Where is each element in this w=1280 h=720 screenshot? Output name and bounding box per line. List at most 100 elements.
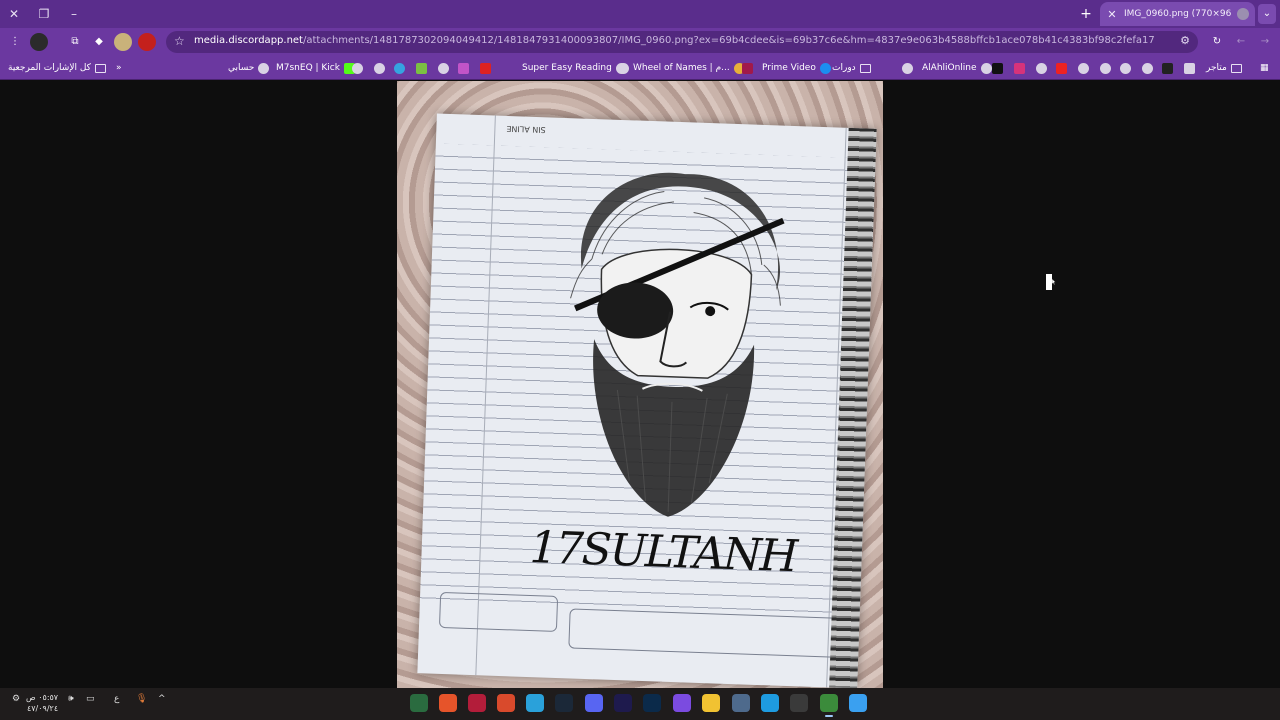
download-icon [416, 62, 427, 74]
bookmark-star-icon[interactable]: ☆ [174, 34, 185, 48]
bookmark-globe-4[interactable] [902, 60, 913, 76]
extension-diamond-icon[interactable]: ◆ [90, 33, 108, 51]
bookmark-globe-7[interactable] [1100, 60, 1111, 76]
globe-icon [352, 62, 363, 74]
folder-icon [859, 63, 871, 73]
anchor-icon [1162, 62, 1173, 74]
toolbar: ⋮ ⧉ ◆ ☆ media.discordapp.net/attachments… [0, 28, 1280, 56]
notebook-brand: SIN ALINE [506, 123, 546, 135]
restore-window-icon[interactable]: ❐ [34, 4, 54, 24]
discord-icon[interactable] [585, 694, 603, 712]
bookmark-red-square[interactable] [742, 60, 753, 76]
folder-icon [94, 63, 106, 73]
bookmark-all[interactable]: كل الإشارات المرجعية [8, 60, 106, 76]
bookmark-globe-1[interactable] [352, 60, 363, 76]
youtube-icon [1056, 62, 1067, 74]
bookmark-globe-9[interactable] [1142, 60, 1153, 76]
forward-icon[interactable]: → [1256, 33, 1274, 51]
photoshop-icon[interactable] [643, 694, 661, 712]
bookmark-anchor[interactable] [1162, 60, 1173, 76]
bookmark-pink[interactable] [458, 60, 469, 76]
tab-title: IMG_0960.png (770×960) [1124, 9, 1231, 19]
bookmark-instagram[interactable] [1014, 60, 1025, 76]
portrait-sketch [570, 172, 785, 517]
url-text[interactable]: media.discordapp.net/attachments/1481787… [194, 35, 1154, 46]
bookmark-download[interactable] [416, 60, 427, 76]
title-bar: ✕ ❐ – + ✕ IMG_0960.png (770×960) ⌄ [0, 0, 1280, 28]
pink-app-icon [458, 62, 469, 74]
tray-overflow-icon[interactable]: ^ [158, 694, 166, 714]
steam-icon[interactable] [555, 694, 573, 712]
file-explorer-icon[interactable] [702, 694, 720, 712]
edge-icon[interactable] [761, 694, 779, 712]
app-red-icon[interactable] [497, 694, 515, 712]
bookmark-globe-2[interactable] [374, 60, 385, 76]
bookmark-youtube[interactable] [1056, 60, 1067, 76]
back-icon[interactable]: ← [1232, 33, 1250, 51]
favicon-icon [1237, 8, 1249, 20]
language-indicator[interactable]: ع [114, 694, 119, 714]
bookmark-stores[interactable]: متاجر [1206, 60, 1242, 76]
red-app-icon [742, 62, 753, 74]
bookmark-red-a[interactable] [480, 60, 491, 76]
bookmark-wheel-of-names[interactable]: Wheel of Names | م... [618, 60, 745, 76]
excel-icon[interactable] [410, 694, 428, 712]
folder-icon [1230, 63, 1242, 73]
bookmark-discord[interactable] [1184, 60, 1195, 76]
app-purple-icon[interactable] [673, 694, 691, 712]
close-window-icon[interactable]: ✕ [4, 4, 24, 24]
bookmark-globe-5[interactable] [1036, 60, 1047, 76]
brave-icon[interactable] [439, 694, 457, 712]
app-gray-icon[interactable] [790, 694, 808, 712]
bookmark-prime-video[interactable]: Prime Video [762, 60, 831, 76]
profile-avatar[interactable] [30, 33, 48, 51]
reload-icon[interactable]: ↻ [1208, 33, 1226, 51]
globe-icon [980, 62, 992, 74]
store-icon[interactable] [732, 694, 750, 712]
bookmark-kick[interactable]: M7snEQ | Kick [276, 60, 355, 76]
notebook-photo[interactable]: SIN ALINE 17SULTANH [397, 81, 883, 688]
bookmark-globe-6[interactable] [1078, 60, 1089, 76]
apps-grid-icon[interactable]: ▦ [1260, 60, 1269, 76]
red-a-icon [480, 62, 491, 74]
extensions-icon[interactable]: ⧉ [66, 33, 84, 51]
address-bar[interactable]: ☆ media.discordapp.net/attachments/14817… [166, 31, 1198, 53]
bookmark-globe-3[interactable] [438, 60, 449, 76]
bookmark-super-easy-reading[interactable]: Super Easy Reading [522, 60, 627, 76]
chrome-icon[interactable] [820, 694, 838, 717]
start-icon[interactable] [849, 694, 867, 712]
image-viewer: SIN ALINE 17SULTANH [0, 81, 1280, 688]
bookmark-globe-8[interactable] [1120, 60, 1131, 76]
telegram-icon[interactable] [526, 694, 544, 712]
bookmark-my-account[interactable]: حسابي [228, 60, 270, 76]
menu-icon[interactable]: ⋮ [6, 33, 24, 51]
globe-icon [258, 62, 270, 74]
extension-red-icon[interactable] [138, 33, 156, 51]
bookmark-ext-blue[interactable] [394, 60, 405, 76]
premiere-icon[interactable] [614, 694, 632, 712]
bookmarks-overflow-button[interactable]: » [116, 60, 122, 76]
instagram-icon [1014, 62, 1025, 74]
bookmark-courses[interactable]: دورات [832, 60, 871, 76]
minimize-window-icon[interactable]: – [64, 4, 84, 24]
blue-app-icon [394, 62, 405, 74]
bookmark-tiktok[interactable] [992, 60, 1003, 76]
bookmark-alahli[interactable]: AlAhliOnline [922, 60, 992, 76]
notification-icon[interactable]: ⚙ [12, 694, 20, 714]
new-tab-button[interactable]: + [1078, 4, 1094, 24]
close-icon[interactable]: ✕ [1106, 8, 1118, 21]
microphone-icon[interactable]: 🎙 [136, 694, 147, 714]
clock[interactable]: ٠٥:٥٧ ص ٤٧/٠٩/٢٤ [26, 692, 58, 714]
notebook-page: SIN ALINE 17SULTANH [417, 113, 877, 688]
volume-icon[interactable]: 🕪 [68, 694, 74, 714]
bookmarks-bar: كل الإشارات المرجعية » حسابي M7snEQ | Ki… [0, 56, 1280, 80]
tab-search-button[interactable]: ⌄ [1258, 4, 1276, 24]
network-icon[interactable]: ▭ [86, 694, 95, 714]
extension-face-icon[interactable] [114, 33, 132, 51]
taskbar: ⚙ ٠٥:٥٧ ص ٤٧/٠٩/٢٤ 🕪 ▭ ع 🎙 ^ [0, 688, 1280, 720]
tab-image[interactable]: ✕ IMG_0960.png (770×960) [1100, 2, 1255, 26]
signature-text: 17SULTANH [528, 522, 797, 583]
adobe-icon[interactable] [468, 694, 486, 712]
site-settings-icon[interactable]: ⚙ [1180, 34, 1190, 47]
globe-icon [1142, 62, 1153, 74]
